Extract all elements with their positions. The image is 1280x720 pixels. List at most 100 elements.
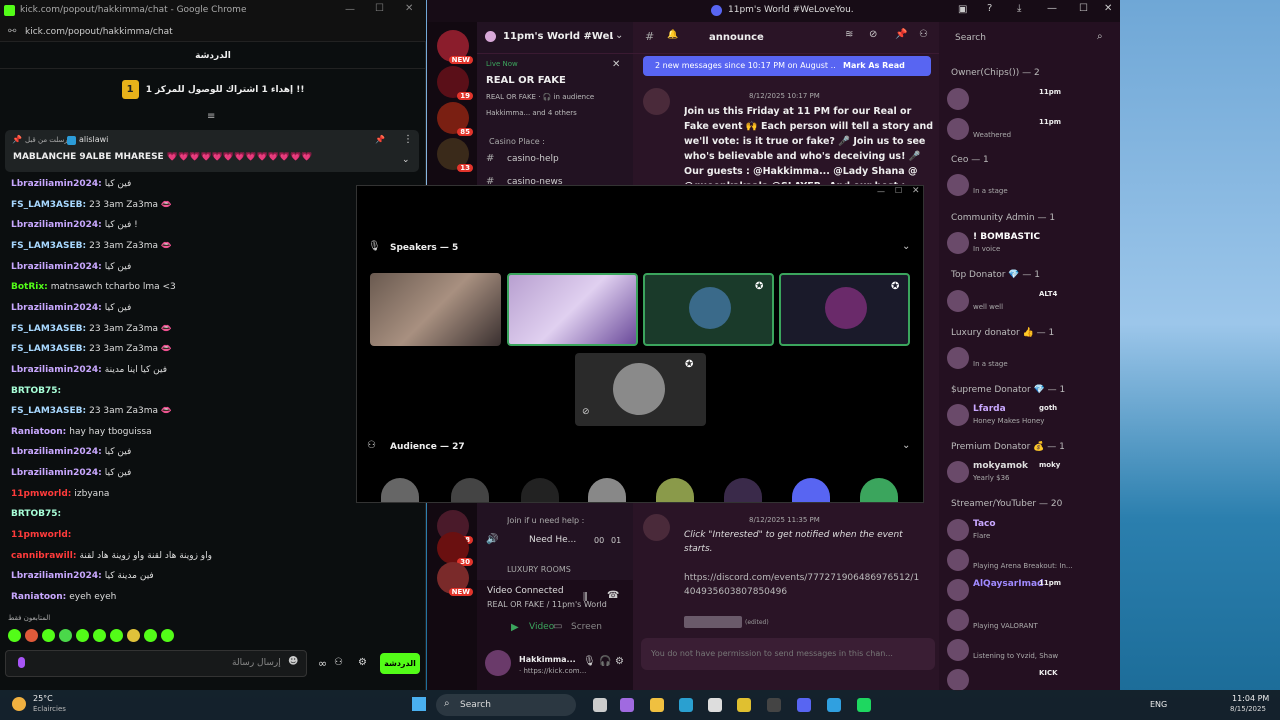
mute-channel-icon[interactable]: ⊘	[869, 29, 877, 40]
task-view-icon[interactable]	[593, 698, 607, 712]
audience-avatar[interactable]	[792, 478, 830, 502]
server-icon[interactable]: 30	[437, 532, 473, 566]
event-link[interactable]: https://discord.com/events/7772719064869…	[684, 571, 920, 599]
language-indicator[interactable]: ENG	[1150, 700, 1167, 709]
chat-username[interactable]: Lbraziliamin2024:	[11, 571, 102, 581]
mute-mic-icon[interactable]: 🎙	[583, 656, 596, 667]
mark-as-read-button[interactable]: Mark As Read	[843, 61, 905, 70]
chat-username[interactable]: FS_LAM3ASEB:	[11, 344, 86, 354]
emote-icon[interactable]	[59, 629, 72, 642]
chat-username[interactable]: 11pmworld:	[11, 530, 71, 540]
speaker-avatar-tile[interactable]: ✪ ⊘	[575, 353, 706, 426]
server-icon[interactable]: 19	[437, 66, 473, 100]
threads-icon[interactable]: ≋	[845, 29, 853, 40]
taskbar-search[interactable]: ⌕ Search	[436, 694, 576, 716]
mic-icon[interactable]	[18, 657, 25, 668]
send-chat-button[interactable]: الدردشة	[380, 653, 420, 674]
chat-username[interactable]: BRTOB75:	[11, 509, 61, 519]
speaker-avatar-tile[interactable]: ✪	[779, 273, 910, 346]
screen-button[interactable]: Screen	[571, 622, 602, 632]
infinity-icon[interactable]: ∞	[318, 657, 327, 670]
emote-icon[interactable]	[144, 629, 157, 642]
chat-username[interactable]: Lbraziliamin2024:	[11, 468, 102, 478]
server-header[interactable]: 11pm's World #WeLov... ⌄	[477, 22, 633, 54]
chat-username[interactable]: FS_LAM3ASEB:	[11, 406, 86, 416]
chevron-down-icon[interactable]: ⌄	[902, 440, 910, 451]
expand-chevron-icon[interactable]: ⌄	[402, 155, 410, 165]
deafen-icon[interactable]: 🎧	[599, 656, 611, 667]
speaker-avatar-tile[interactable]: ✪	[643, 273, 774, 346]
member-item[interactable]: mokyamok moky Yearly $36	[939, 457, 1120, 497]
close-stage-icon[interactable]: ✕	[612, 59, 620, 70]
discord-icon[interactable]	[797, 698, 811, 712]
video-button[interactable]: Video	[529, 622, 554, 632]
close-icon[interactable]: ✕	[912, 186, 920, 196]
weather-icon[interactable]	[12, 697, 26, 711]
obs-icon[interactable]	[767, 698, 781, 712]
user-settings-icon[interactable]: ⚙	[615, 656, 624, 667]
file-explorer-icon[interactable]	[650, 698, 664, 712]
download-icon[interactable]: ⤓	[1017, 3, 1021, 14]
server-icon[interactable]: 85	[437, 102, 473, 136]
site-info-icon[interactable]: ⚯	[8, 26, 16, 37]
pin-toggle-icon[interactable]: 📌	[375, 135, 385, 144]
clock-time[interactable]: 11:04 PM	[1232, 694, 1269, 703]
chevron-down-icon[interactable]: ⌄	[902, 241, 910, 252]
chat-username[interactable]: Lbraziliamin2024:	[11, 179, 102, 189]
member-item[interactable]: In a stage	[939, 170, 1120, 210]
chat-username[interactable]: FS_LAM3ASEB:	[11, 324, 86, 334]
new-messages-banner[interactable]: 2 new messages since 10:17 PM on August …	[643, 56, 931, 76]
emote-icon[interactable]	[93, 629, 106, 642]
emote-icon[interactable]	[8, 629, 21, 642]
spotify-icon[interactable]	[857, 698, 871, 712]
chat-username[interactable]: Raniatoon:	[11, 592, 66, 602]
channel-need-help[interactable]: Need He...	[529, 535, 576, 545]
search-input[interactable]: Search ⌕	[947, 28, 1111, 48]
member-item[interactable]: ALT4 well well	[939, 286, 1120, 326]
chat-username[interactable]: Lbraziliamin2024:	[11, 447, 102, 457]
audience-avatar[interactable]	[521, 478, 559, 502]
member-item[interactable]: In a stage	[939, 343, 1120, 383]
live-stage-card[interactable]: Live Now ✕ REAL OR FAKE REAL OR FAKE · 🎧…	[477, 54, 633, 124]
pinned-message[interactable]: 📌 أرسلت من قبل alislawi 📌 ⋮ MABLANCHE 9A…	[5, 130, 419, 172]
chat-username[interactable]: BotRix:	[11, 282, 48, 292]
minimize-icon[interactable]: —	[1047, 3, 1057, 14]
audience-avatar[interactable]	[588, 478, 626, 502]
maximize-icon[interactable]: ☐	[1079, 3, 1088, 14]
chat-username[interactable]: Lbraziliamin2024:	[11, 220, 102, 230]
chat-username[interactable]: 11pmworld:	[11, 489, 71, 499]
chat-input[interactable]: إرسال رسالة ☻	[5, 650, 307, 677]
screen-share-icon[interactable]: ▭	[553, 621, 562, 632]
emote-icon[interactable]	[25, 629, 38, 642]
audience-avatar[interactable]	[451, 478, 489, 502]
channel-join-help[interactable]: Join if u need help :	[507, 516, 584, 525]
disconnect-icon[interactable]: ☎	[607, 590, 619, 601]
member-item[interactable]: 11pm Weathered	[939, 114, 1120, 154]
emote-icon[interactable]	[127, 629, 140, 642]
chrome-address-bar[interactable]: ⚯ kick.com/popout/hakkimma/chat	[0, 22, 426, 42]
chat-username[interactable]: FS_LAM3ASEB:	[11, 200, 86, 210]
emoji-icon[interactable]: ☻	[288, 656, 298, 667]
server-icon[interactable]: 13	[437, 138, 473, 172]
audience-avatar[interactable]	[381, 478, 419, 502]
edge-icon[interactable]	[679, 698, 693, 712]
chat-username[interactable]: Lbraziliamin2024:	[11, 262, 102, 272]
minimize-icon[interactable]: —	[345, 4, 355, 15]
chrome-icon-2[interactable]	[827, 698, 841, 712]
channel-casino-help[interactable]: casino-help	[507, 154, 559, 164]
speaker-video-tile[interactable]	[507, 273, 638, 346]
temperature[interactable]: 25°C	[33, 694, 53, 703]
soundboard-icon[interactable]: ⫼	[583, 592, 588, 603]
server-icon[interactable]: NEW	[437, 562, 473, 596]
audience-avatar[interactable]	[860, 478, 898, 502]
category-casino[interactable]: Casino Place :	[489, 137, 545, 146]
emote-icon[interactable]	[42, 629, 55, 642]
chat-username[interactable]: cannibrawill:	[11, 551, 76, 561]
collapse-handle-icon[interactable]: ≡	[207, 111, 215, 122]
audience-avatar[interactable]	[724, 478, 762, 502]
user-avatar[interactable]	[485, 650, 511, 676]
users-icon[interactable]: ⚇	[334, 657, 343, 668]
weather-text[interactable]: Éclaircies	[33, 705, 66, 713]
server-icon[interactable]: NEW	[437, 30, 473, 64]
chat-username[interactable]: Lbraziliamin2024:	[11, 303, 102, 313]
